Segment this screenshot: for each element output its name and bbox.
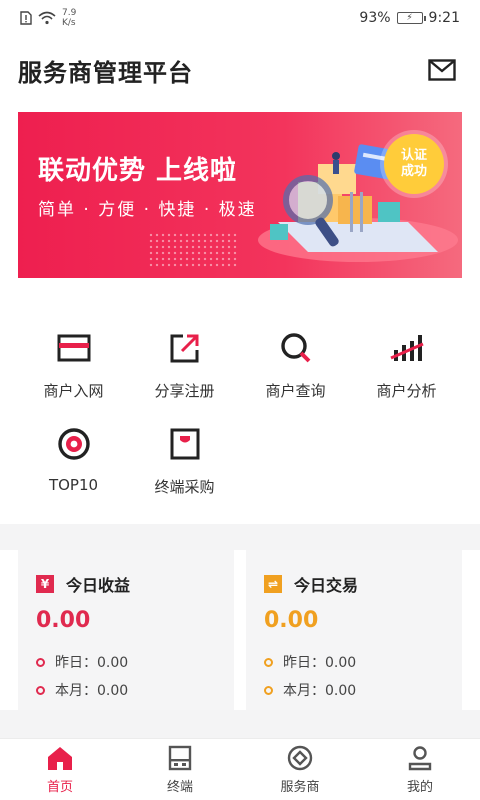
- section-divider: [0, 710, 480, 738]
- page-title: 服务商管理平台: [18, 58, 193, 87]
- menu-label: 商户查询: [265, 382, 326, 400]
- menu-label: 分享注册: [154, 382, 215, 400]
- tab-label: 服务商: [280, 780, 320, 795]
- trade-month-row: 本月：0.00: [264, 680, 356, 700]
- trade-yesterday: 昨日：0.00: [283, 655, 357, 671]
- menu-label: TOP10: [48, 476, 99, 494]
- app-header: 服务商管理平台: [0, 44, 480, 96]
- search-icon: [278, 330, 314, 366]
- banner-dot-pattern: [148, 232, 238, 268]
- tab-label: 我的: [406, 780, 433, 795]
- income-yesterday: 昨日：0.00: [55, 655, 129, 671]
- trade-title: 今日交易: [294, 576, 359, 595]
- banner-badge-line1: 认证: [400, 148, 427, 163]
- tab-provider[interactable]: 服务商: [240, 739, 360, 800]
- banner-title: 联动优势 上线啦: [38, 156, 238, 186]
- income-title: 今日收益: [66, 576, 131, 595]
- mail-icon: [428, 59, 456, 81]
- tab-home[interactable]: 首页: [0, 739, 120, 800]
- menu-item-share-register[interactable]: 分享注册: [129, 330, 240, 410]
- share-icon: [167, 330, 203, 366]
- analysis-icon: [389, 330, 425, 366]
- terminal-icon: [167, 426, 203, 462]
- tab-profile[interactable]: 我的: [360, 739, 480, 800]
- tab-label: 首页: [46, 780, 73, 795]
- trade-card[interactable]: ⇌ 今日交易 0.00 昨日：0.00 本月：0.00: [246, 550, 462, 710]
- promo-banner[interactable]: 联动优势 上线啦 简单 · 方便 · 快捷 · 极速 认证 成功: [18, 112, 462, 278]
- income-month: 本月：0.00: [55, 683, 129, 699]
- banner-subtitle: 简单 · 方便 · 快捷 · 极速: [38, 200, 257, 220]
- trade-month: 本月：0.00: [283, 683, 357, 699]
- sim-alert-icon: [20, 11, 32, 25]
- home-icon: [46, 744, 74, 772]
- status-right: 93% ⚡ 9:21: [359, 10, 460, 26]
- menu-item-merchant-analysis[interactable]: 商户分析: [351, 330, 462, 410]
- terminal-icon: [166, 744, 194, 772]
- income-month-row: 本月：0.00: [36, 680, 128, 700]
- network-speed-unit: K/s: [62, 18, 76, 28]
- clock: 9:21: [428, 10, 460, 26]
- trade-card-header: ⇌ 今日交易: [264, 572, 358, 596]
- menu-item-top10[interactable]: TOP10: [18, 426, 129, 506]
- tab-terminal[interactable]: 终端: [120, 739, 240, 800]
- tab-label: 终端: [166, 780, 193, 795]
- network-speed: 7.9 K/s: [62, 8, 76, 28]
- trade-value: 0.00: [264, 608, 319, 633]
- message-button[interactable]: [422, 50, 462, 90]
- banner-badge: 认证 成功: [384, 134, 444, 194]
- yuan-icon: ¥: [36, 575, 54, 593]
- status-bar: 7.9 K/s 93% ⚡ 9:21: [0, 0, 480, 36]
- battery-percent: 93%: [359, 10, 391, 26]
- section-divider: [0, 524, 480, 550]
- income-value: 0.00: [36, 608, 91, 633]
- card-icon: [56, 330, 92, 366]
- provider-icon: [286, 744, 314, 772]
- banner-badge-line2: 成功: [400, 164, 427, 179]
- wifi-icon: [38, 11, 56, 25]
- menu-item-merchant-query[interactable]: 商户查询: [240, 330, 351, 410]
- network-speed-value: 7.9: [62, 8, 77, 18]
- income-yesterday-row: 昨日：0.00: [36, 652, 128, 672]
- bottom-tab-bar: 首页 终端 服务商 我的: [0, 738, 480, 800]
- exchange-icon: ⇌: [264, 575, 282, 593]
- battery-icon: ⚡: [396, 12, 426, 24]
- ring-bullet-icon: [264, 685, 273, 695]
- menu-label: 终端采购: [154, 478, 215, 496]
- menu-label: 商户分析: [376, 382, 437, 400]
- ring-bullet-icon: [36, 685, 45, 695]
- menu-item-merchant-onboard[interactable]: 商户入网: [18, 330, 129, 410]
- target-icon: [56, 426, 92, 462]
- profile-icon: [406, 744, 434, 772]
- ring-bullet-icon: [36, 657, 45, 667]
- income-card-header: ¥ 今日收益: [36, 572, 130, 596]
- income-card[interactable]: ¥ 今日收益 0.00 昨日：0.00 本月：0.00: [18, 550, 234, 710]
- status-left: 7.9 K/s: [20, 8, 76, 28]
- menu-label: 商户入网: [43, 382, 104, 400]
- menu-item-terminal-purchase[interactable]: 终端采购: [129, 426, 240, 506]
- ring-bullet-icon: [264, 657, 273, 667]
- trade-yesterday-row: 昨日：0.00: [264, 652, 356, 672]
